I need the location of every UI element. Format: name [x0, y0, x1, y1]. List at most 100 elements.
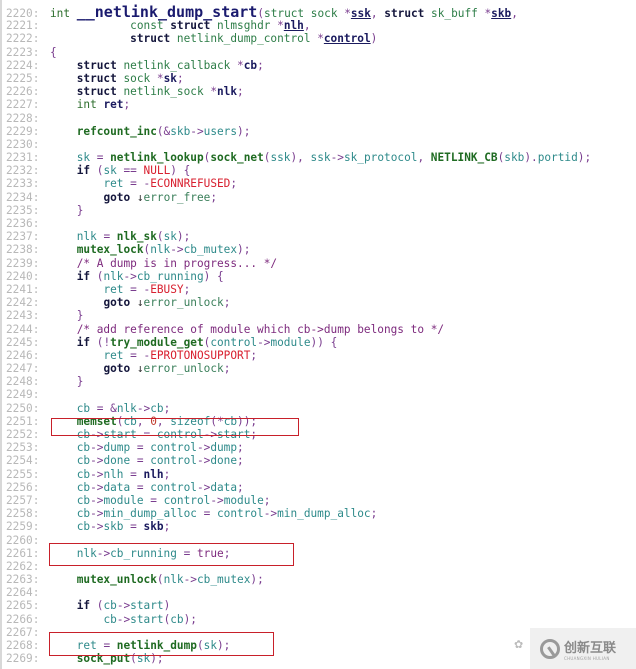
code-token-punct: -> [90, 441, 104, 455]
code-token-punct: ) { [203, 269, 224, 283]
code-token-local: skb [143, 520, 164, 534]
code-token-punct: ; [176, 71, 184, 85]
code-token-var: cb [170, 612, 184, 626]
code-token-comment: /* A dump is in progress... */ [76, 256, 278, 270]
code-token-punct: ; [257, 58, 264, 72]
line-number: 2251: [6, 414, 40, 428]
code-token-var: control [210, 335, 258, 349]
code-line: 2255: cb->nlh = nlh; [6, 468, 636, 481]
code-token-kw: goto [103, 190, 137, 204]
code-token-label[interactable]: error_unlock [144, 296, 224, 309]
code-token-local: cb [243, 58, 258, 72]
code-line: 2235: } [6, 204, 636, 217]
code-token-punct: -> [210, 493, 224, 507]
code-token-fn: sock_net [210, 151, 264, 165]
code-token-var: control [216, 507, 264, 521]
code-token-kw: struct [76, 71, 124, 85]
code-line: 2222: struct netlink_dump_control *contr… [6, 32, 636, 45]
code-line: 2263: mutex_unlock(nlk->cb_mutex); [6, 573, 636, 586]
code-token-var: nlk [150, 243, 171, 257]
code-token-punct: -> [257, 335, 271, 349]
code-token-punct: = [130, 467, 144, 481]
code-token-punct: ); [237, 124, 251, 138]
code-line: 2250: cb = &nlk->cb; [6, 402, 636, 415]
code-token-punct: ; [123, 98, 131, 112]
code-token-kw: if [76, 269, 97, 283]
code-token-local: nlk [217, 85, 238, 99]
code-token-punct: = - [130, 177, 151, 191]
code-token-var: users [203, 124, 238, 138]
code-token-kw: struct [170, 19, 217, 33]
code-line: 2236: [6, 217, 636, 230]
line-number: 2245: [6, 335, 40, 349]
code-token-punct: ; [223, 362, 231, 376]
code-line: 2242: goto ↓error_unlock; [6, 296, 636, 309]
code-token-var: cb [76, 401, 97, 415]
code-token-var: ret [103, 282, 131, 296]
brand-logo-icon [540, 638, 560, 659]
code-line: 2247: goto ↓error_unlock; [6, 362, 636, 375]
line-number: 2232: [6, 164, 40, 178]
code-token-var: data [103, 480, 137, 494]
code-token-punct: ; [237, 441, 244, 455]
code-token-var: nlk [163, 573, 184, 587]
code-token-var: cb_mutex [196, 573, 251, 587]
code-token-punct: = - [130, 348, 151, 362]
code-line: 2259: cb->skb = skb; [6, 520, 636, 533]
code-line: 2220: int __netlink_dump_start(struct soc… [6, 5, 636, 21]
line-number: 2227: [6, 98, 40, 112]
line-number: 2226: [6, 85, 40, 99]
code-token-var: nlh [103, 467, 131, 481]
code-token-var: ret [103, 177, 131, 191]
code-token-type: const [130, 19, 171, 33]
code-token-punct: -> [90, 507, 104, 521]
code-line: 2244: /* add reference of module which c… [6, 323, 636, 336]
watermark: 创新互联 CHUANGXIN HULIAN [530, 628, 636, 669]
code-token-type: netlink_callback [123, 58, 238, 72]
line-number: 2223: [6, 45, 40, 59]
code-token-var: cb [76, 520, 91, 534]
line-number: 2221: [6, 19, 40, 33]
line-number: 2260: [6, 533, 40, 547]
code-token-var: control [150, 441, 197, 455]
code-line: 2266: cb->start(cb); [6, 613, 636, 626]
code-token-type: struct sock [264, 7, 345, 20]
code-token-punct: ; [183, 282, 191, 296]
code-token-param: skb [491, 7, 512, 20]
line-number: 2237: [6, 230, 40, 244]
code-token-punct: -> [90, 493, 104, 507]
code-token-punct: -> [90, 520, 104, 534]
code-line: 2240: if (nlk->cb_running) { [6, 270, 636, 283]
line-number: 2268: [6, 639, 40, 652]
code-token-var: ssk [270, 151, 291, 165]
code-token-punct: ; [237, 85, 244, 99]
line-number: 2252: [6, 428, 40, 441]
code-token-punct: -> [116, 612, 131, 626]
code-token-punct: , [417, 151, 431, 165]
code-token-punct: ); [577, 151, 592, 165]
code-line: 2257: cb->module = control->module; [6, 494, 636, 507]
code-token-punct: -> [196, 441, 211, 455]
code-token-var: cb [76, 493, 91, 507]
code-token-var: dump [210, 441, 238, 455]
code-token-punct: ); [176, 230, 191, 244]
line-number: 2241: [6, 282, 40, 296]
code-line: 2234: goto ↓error_free; [6, 191, 636, 204]
line-number: 2248: [6, 375, 40, 389]
code-token-kw: if [76, 164, 97, 178]
code-token-punct: } [76, 375, 84, 389]
code-token-var: ret [103, 348, 131, 362]
code-token-label[interactable]: error_unlock [144, 362, 224, 375]
code-token-label[interactable]: error_free [144, 191, 211, 204]
code-token-punct: ; [263, 493, 271, 507]
line-number: 2259: [6, 520, 40, 534]
wechat-icon: ✿ [514, 638, 524, 651]
code-token-param: control [323, 32, 371, 46]
